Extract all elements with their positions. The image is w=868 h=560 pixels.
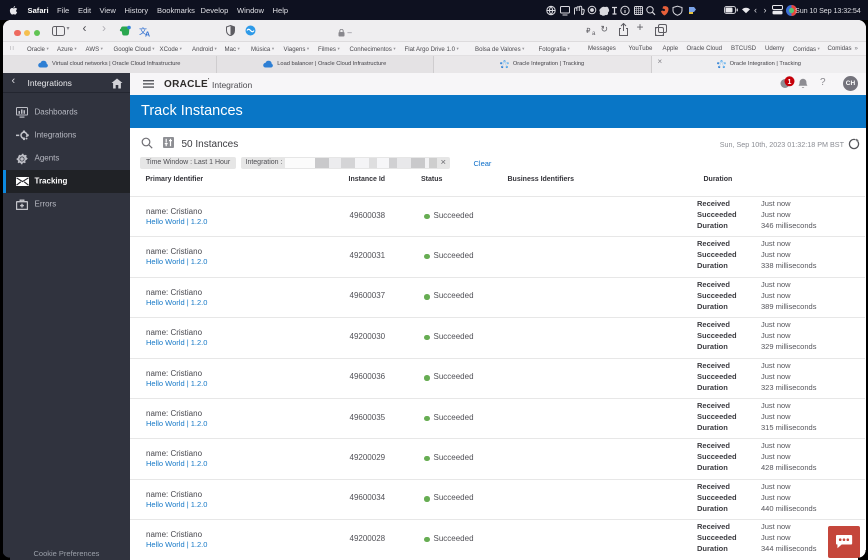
svg-text:A: A	[145, 31, 150, 37]
svg-text:₽: ₽	[586, 27, 591, 35]
svg-text:1: 1	[788, 79, 792, 86]
svg-text:a: a	[592, 31, 596, 35]
